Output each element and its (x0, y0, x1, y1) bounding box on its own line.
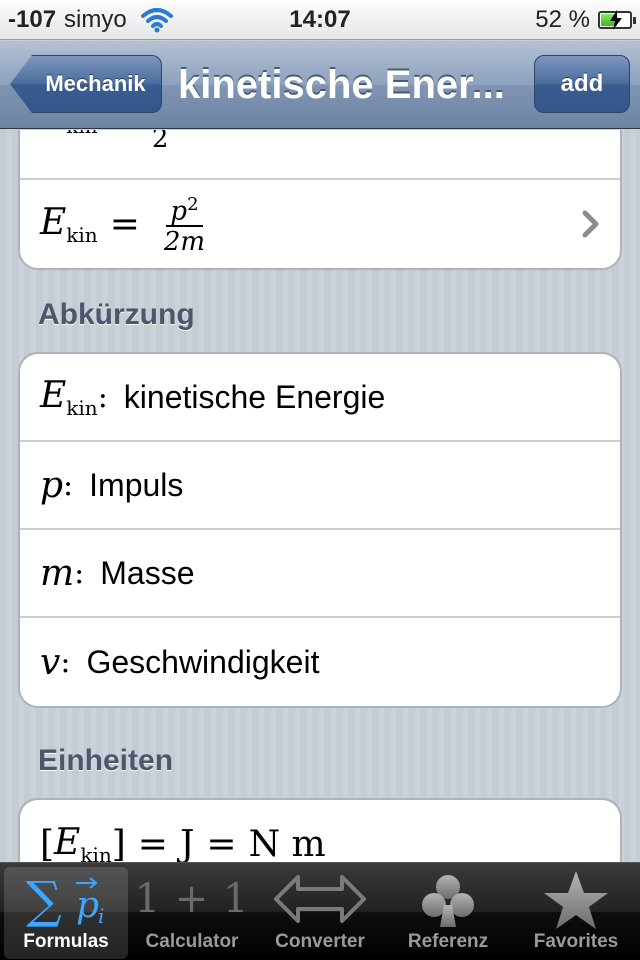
abbreviation-row: p : Impuls (20, 442, 620, 530)
tab-label: Referenz (407, 931, 489, 952)
formula-row[interactable]: Ekin = p2 2m (20, 180, 620, 268)
status-bar: -107 simyo 14:07 52 % (0, 0, 640, 40)
section-header-units: Einheiten (38, 744, 174, 777)
formula-tail: m v (186, 130, 252, 132)
equals-sign: = (137, 823, 168, 863)
tab-label: Calculator (145, 931, 239, 952)
formula-group: Ekin = 2 m v Ekin = p2 2m (18, 130, 622, 270)
abbreviation-group: Ekin : kinetische Energie p : Impuls m :… (18, 352, 622, 708)
colon: : (74, 555, 85, 591)
tab-label: Converter (275, 931, 365, 952)
abbreviation-label: Geschwindigkeit (86, 643, 320, 680)
tab-bar: ∑ p i Formulas 1 + 1 Calculator Converte… (0, 862, 640, 960)
add-button[interactable]: add (534, 55, 630, 113)
colon: : (97, 379, 108, 415)
unit-newton-meter: N m (248, 823, 326, 863)
svg-text:∑: ∑ (26, 871, 62, 929)
svg-text:p: p (76, 885, 99, 926)
tab-label: Formulas (23, 931, 109, 952)
equals-sign: = (110, 130, 140, 136)
symbol: p (40, 464, 64, 506)
abbreviation-row: Ekin : kinetische Energie (20, 354, 620, 442)
sum-icon: ∑ p i (26, 871, 104, 929)
symbol: Ekin (40, 374, 98, 420)
battery-percent: 52 % (535, 6, 590, 33)
unit-joule: J (179, 823, 195, 863)
content-scroll[interactable]: Ekin = 2 m v Ekin = p2 2m Abkürzung (0, 130, 640, 862)
back-button[interactable]: Mechanik (10, 55, 162, 113)
charging-bolt-icon (610, 10, 622, 30)
colon: : (63, 467, 74, 503)
colon: : (60, 644, 71, 680)
symbol: v (40, 641, 61, 683)
tab-label: Favorites (533, 931, 619, 952)
star-icon (544, 871, 608, 929)
formula-lhs: Ekin (40, 130, 98, 138)
units-group: [ Ekin ] = J = N m (18, 798, 622, 862)
tab-formulas[interactable]: ∑ p i Formulas (4, 867, 128, 959)
tab-calculator[interactable]: 1 + 1 Calculator (130, 867, 254, 959)
abbreviation-label: Impuls (89, 466, 184, 503)
tab-converter[interactable]: Converter (258, 867, 382, 959)
formula-fraction: p2 2m (164, 191, 205, 258)
symbol: m (40, 552, 75, 594)
club-icon (422, 875, 474, 927)
units-lhs: Ekin (54, 821, 112, 863)
units-row: [ Ekin ] = J = N m (20, 800, 620, 863)
tab-favorites[interactable]: Favorites (514, 867, 638, 959)
formula-fraction-denominator: 2 (151, 130, 169, 154)
equals-sign: = (109, 203, 140, 245)
bracket-open: [ (40, 823, 55, 863)
formula-row[interactable]: Ekin = 2 m v (20, 130, 620, 180)
battery-icon (598, 10, 636, 30)
tab-referenz[interactable]: Referenz (386, 867, 510, 959)
abbreviation-label: kinetische Energie (123, 378, 386, 415)
section-header-abbreviations: Abkürzung (38, 298, 195, 331)
abbreviation-row: m : Masse (20, 530, 620, 618)
double-arrow-icon (274, 875, 366, 923)
abbreviation-label: Masse (100, 554, 195, 591)
abbreviation-row: v : Geschwindigkeit (20, 618, 620, 706)
one-plus-one-icon: 1 + 1 (134, 876, 250, 922)
navigation-bar: Mechanik kinetische Ener... add (0, 41, 640, 129)
bracket-close: ] (111, 823, 126, 863)
svg-text:i: i (98, 904, 104, 928)
equals-sign: = (206, 823, 237, 863)
formula-lhs: Ekin (40, 201, 98, 247)
page-title: kinetische Ener... (178, 63, 505, 107)
status-right: 52 % (535, 6, 636, 34)
chevron-right-icon (582, 210, 599, 238)
